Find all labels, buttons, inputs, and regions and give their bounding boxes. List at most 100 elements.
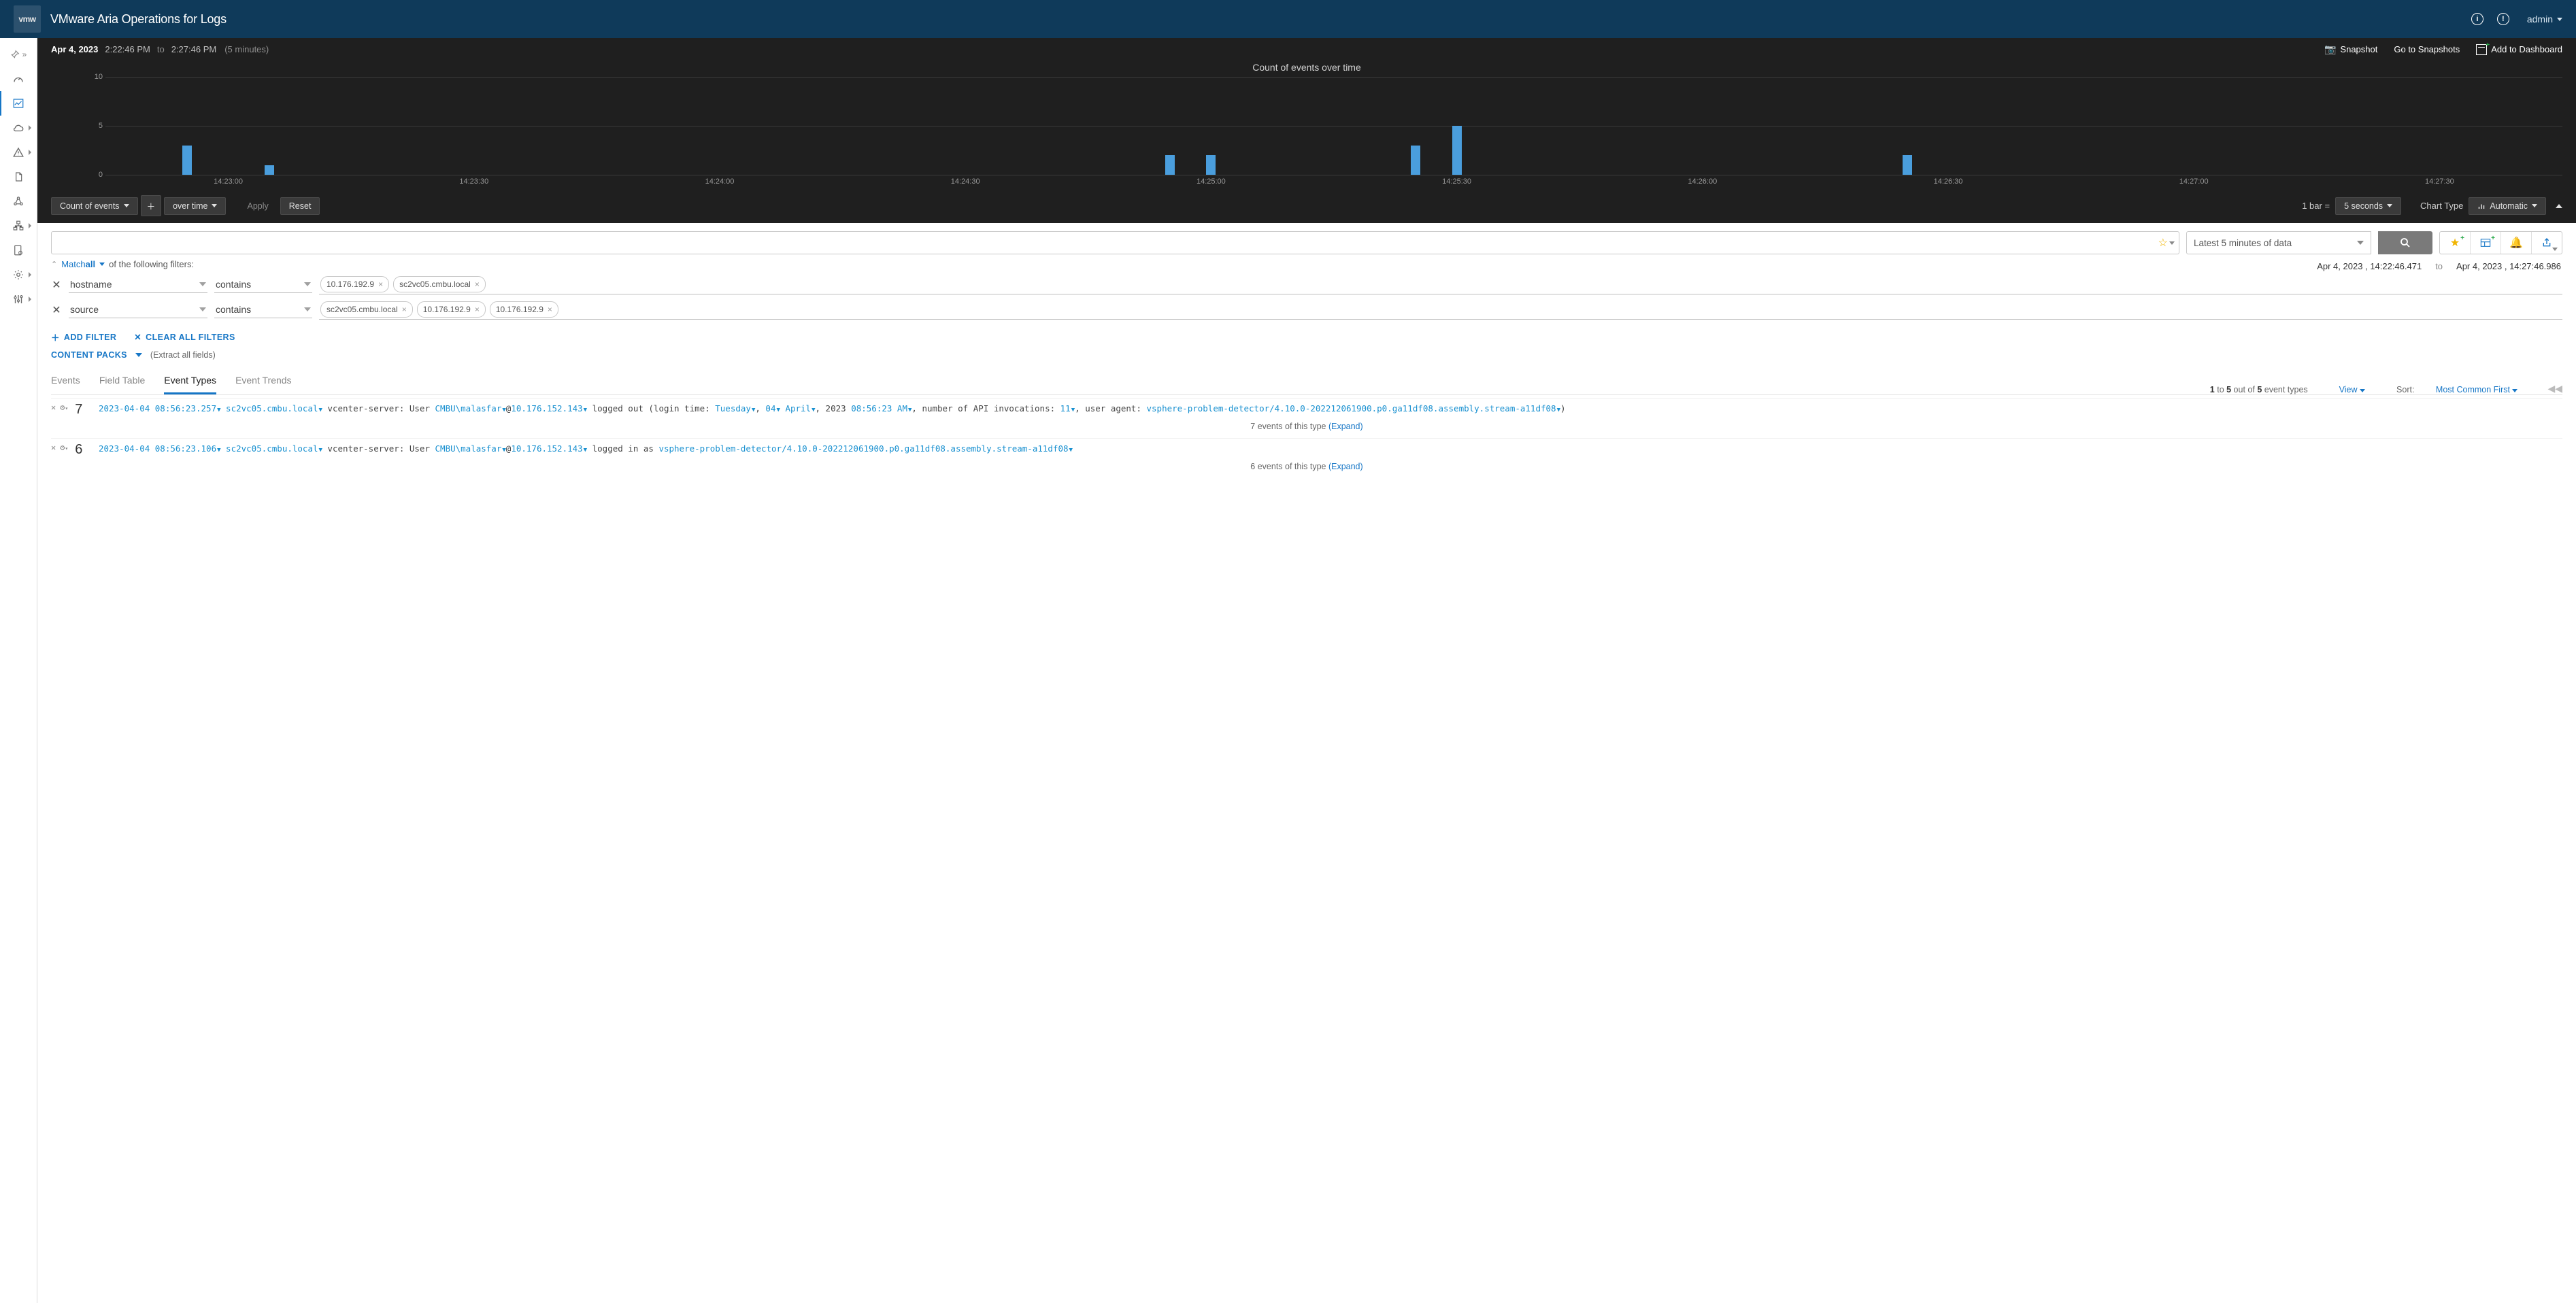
pin-toggle[interactable]: » [3, 42, 34, 67]
field-token[interactable]: sc2vc05.cmbu.local▼ [226, 403, 322, 413]
field-token[interactable]: Tuesday▼ [715, 403, 755, 413]
filter-operator-select[interactable]: contains [214, 276, 312, 293]
x-function-select[interactable]: over time [164, 197, 226, 215]
field-token[interactable]: vsphere-problem-detector/4.10.0-20221206… [1147, 403, 1560, 413]
user-menu[interactable]: admin [2527, 14, 2562, 24]
collapse-filters-icon[interactable]: ⌃ [51, 260, 57, 269]
content-packs-link[interactable]: CONTENT PACKS [51, 350, 127, 360]
chart-type-select[interactable]: Automatic [2469, 197, 2546, 215]
nav-docs[interactable] [3, 165, 34, 189]
add-dashboard-widget-button[interactable]: + [2470, 232, 2500, 254]
dashboard-icon [2480, 238, 2491, 248]
nav-tuning[interactable] [3, 287, 34, 311]
sort-menu[interactable]: Most Common First [2433, 385, 2518, 394]
nav-explore-logs[interactable] [0, 91, 38, 116]
clear-filters-button[interactable]: ✕ CLEAR ALL FILTERS [134, 331, 235, 343]
chevron-down-icon[interactable] [99, 263, 105, 266]
apply-button[interactable]: Apply [238, 197, 277, 215]
field-token[interactable]: 2023-04-04 08:56:23.106▼ [99, 443, 221, 454]
chart-bar[interactable] [265, 165, 274, 175]
remove-filter-button[interactable]: ✕ [51, 303, 62, 317]
event-settings-icon[interactable]: ⚙▾ [60, 443, 68, 452]
collapse-chart-icon[interactable] [2556, 204, 2562, 208]
chevron-down-icon[interactable] [135, 353, 142, 357]
search-button[interactable] [2378, 231, 2432, 254]
field-token[interactable]: 11▼ [1060, 403, 1075, 413]
dismiss-event-icon[interactable]: ✕ [51, 403, 56, 412]
add-series-button[interactable]: ＋ [141, 195, 162, 216]
filter-values[interactable]: 10.176.192.9×sc2vc05.cmbu.local× [319, 275, 2562, 294]
field-token[interactable]: 08:56:23 AM▼ [851, 403, 911, 413]
tab-events[interactable]: Events [51, 369, 80, 394]
query-input[interactable] [58, 237, 2158, 249]
nav-topology[interactable] [3, 214, 34, 238]
time-range-start[interactable]: 2:22:46 PM [105, 44, 150, 54]
add-filter-button[interactable]: ＋ ADD FILTER [51, 331, 116, 343]
field-token[interactable]: 2023-04-04 08:56:23.257▼ [99, 403, 221, 413]
field-token[interactable]: April▼ [785, 403, 815, 413]
filter-chip[interactable]: sc2vc05.cmbu.local× [320, 301, 413, 318]
nav-dashboard[interactable] [3, 67, 34, 91]
chart-bar[interactable] [1206, 155, 1216, 175]
go-to-snapshots-link[interactable]: Go to Snapshots [2394, 44, 2460, 54]
create-alert-button[interactable]: 🔔 [2500, 232, 2531, 254]
events-chart[interactable]: 0510 14:23:0014:23:3014:24:0014:24:3014:… [37, 77, 2576, 191]
tab-event-types[interactable]: Event Types [164, 369, 216, 394]
remove-chip-icon[interactable]: × [378, 280, 383, 289]
remove-chip-icon[interactable]: × [475, 280, 480, 289]
filter-chip[interactable]: 10.176.192.9× [417, 301, 486, 318]
field-token[interactable]: 10.176.152.143▼ [511, 443, 587, 454]
bar-interval-select[interactable]: 5 seconds [2335, 197, 2401, 215]
time-picker[interactable]: Latest 5 minutes of data [2186, 231, 2371, 254]
field-token[interactable]: vsphere-problem-detector/4.10.0-20221206… [658, 443, 1072, 454]
save-favorite-button[interactable]: ★+ [2440, 232, 2470, 254]
chart-bar[interactable] [1165, 155, 1175, 175]
field-token[interactable]: CMBU\malasfar▼ [435, 443, 506, 454]
field-token[interactable]: CMBU\malasfar▼ [435, 403, 506, 413]
sort-label: Sort: [2396, 385, 2414, 394]
nav-settings[interactable] [3, 263, 34, 287]
y-function-select[interactable]: Count of events [51, 197, 138, 215]
favorite-query-button[interactable]: ☆ [2158, 236, 2175, 250]
reset-button[interactable]: Reset [280, 197, 320, 215]
field-token[interactable]: 10.176.152.143▼ [511, 403, 587, 413]
view-menu[interactable]: View [2339, 385, 2365, 394]
chart-bar[interactable] [1452, 126, 1462, 175]
expand-panel-icon[interactable]: ◀◀ [2547, 383, 2562, 394]
field-token[interactable]: 04▼ [765, 403, 780, 413]
chart-type-value: Automatic [2490, 201, 2528, 211]
chart-bar[interactable] [1903, 155, 1912, 175]
nav-assignments[interactable] [3, 238, 34, 263]
app-title: VMware Aria Operations for Logs [50, 12, 227, 27]
tab-field-table[interactable]: Field Table [99, 369, 145, 394]
filter-chip[interactable]: 10.176.192.9× [490, 301, 558, 318]
filter-values[interactable]: sc2vc05.cmbu.local×10.176.192.9×10.176.1… [319, 300, 2562, 320]
nav-alerts[interactable] [3, 140, 34, 165]
add-to-dashboard-button[interactable]: + Add to Dashboard [2476, 44, 2562, 55]
info-icon[interactable]: i [2471, 13, 2483, 25]
share-button[interactable] [2531, 232, 2562, 254]
field-token[interactable]: sc2vc05.cmbu.local▼ [226, 443, 322, 454]
remove-filter-button[interactable]: ✕ [51, 278, 62, 292]
filter-chip[interactable]: 10.176.192.9× [320, 276, 389, 292]
dismiss-event-icon[interactable]: ✕ [51, 443, 56, 452]
alert-icon[interactable]: ! [2497, 13, 2509, 25]
snapshot-button[interactable]: 📷 Snapshot [2324, 44, 2377, 55]
remove-chip-icon[interactable]: × [402, 305, 407, 314]
event-settings-icon[interactable]: ⚙▾ [60, 403, 68, 412]
chart-bar[interactable] [182, 146, 192, 175]
expand-link[interactable]: (Expand) [1328, 462, 1363, 471]
filter-operator-select[interactable]: contains [214, 301, 312, 318]
expand-link[interactable]: (Expand) [1328, 422, 1363, 431]
chart-bar[interactable] [1411, 146, 1420, 175]
remove-chip-icon[interactable]: × [548, 305, 552, 314]
filter-field-select[interactable]: hostname [69, 276, 207, 293]
remove-chip-icon[interactable]: × [475, 305, 480, 314]
filter-field-select[interactable]: source [69, 301, 207, 318]
match-suffix: of the following filters: [109, 259, 194, 269]
nav-cloud[interactable] [3, 116, 34, 140]
tab-event-trends[interactable]: Event Trends [235, 369, 292, 394]
nav-content-packs[interactable] [3, 189, 34, 214]
time-range-end[interactable]: 2:27:46 PM [171, 44, 217, 54]
filter-chip[interactable]: sc2vc05.cmbu.local× [393, 276, 486, 292]
